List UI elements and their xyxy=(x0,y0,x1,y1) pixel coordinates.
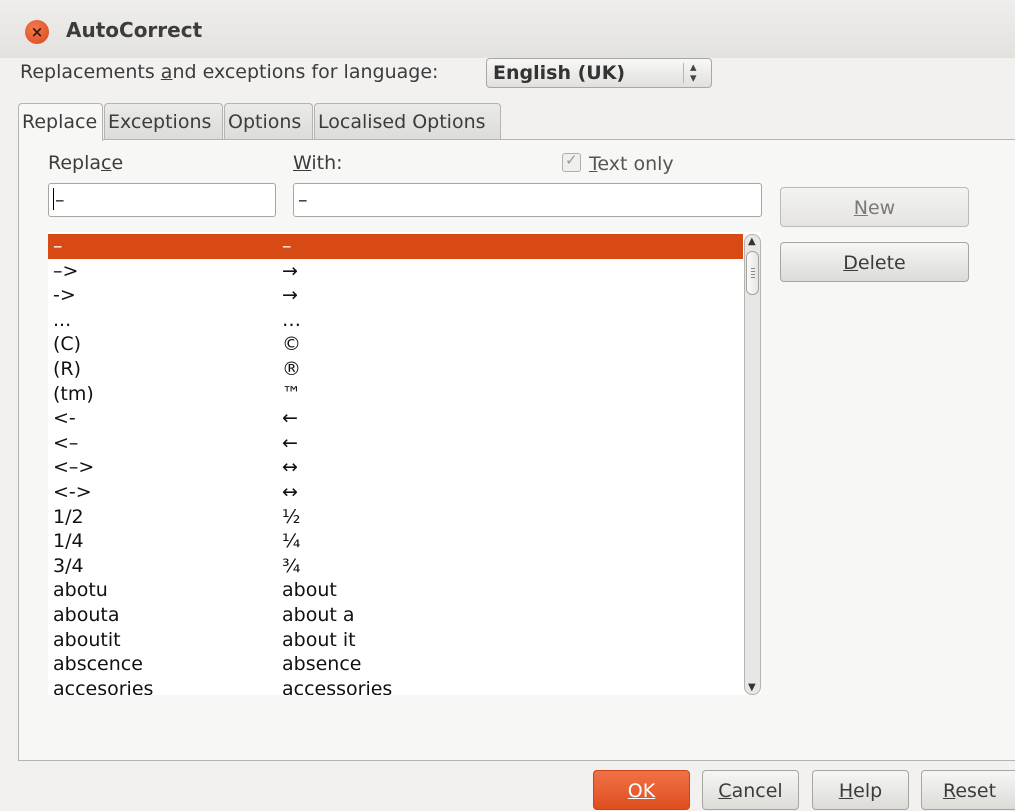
replace-cell: 1/2 xyxy=(53,505,84,528)
with-cell: ¾ xyxy=(282,554,301,577)
with-cell: ™ xyxy=(282,382,301,405)
with-header: With: xyxy=(293,152,343,174)
with-cell: ½ xyxy=(282,505,301,528)
replace-input-value: – xyxy=(55,189,65,211)
with-cell: – xyxy=(282,235,292,257)
checkbox-icon xyxy=(562,151,581,172)
language-label: Replacements and exceptions for language… xyxy=(20,61,439,83)
list-row[interactable]: <–> ↔ xyxy=(48,455,743,480)
with-cell: about a xyxy=(282,604,355,626)
with-cell: © xyxy=(282,333,301,356)
list-row[interactable]: 1/4 ¼ xyxy=(48,529,743,554)
with-cell: ¼ xyxy=(282,530,301,553)
list-row[interactable]: 1/2 ½ xyxy=(48,505,743,530)
replace-input[interactable]: – xyxy=(48,183,276,217)
replace-cell: – xyxy=(53,235,63,257)
replace-cell: ... xyxy=(53,308,72,331)
with-cell: ® xyxy=(282,358,301,380)
replacement-list[interactable]: – – –> → -> →...… (C) © (R) ® (tm) ™ <- ← <– ← <–> ↔ <-> ↔ 1… xyxy=(48,232,761,695)
cancel-button[interactable]: Cancel xyxy=(702,770,799,810)
list-row[interactable]: accesories accessories xyxy=(48,677,743,695)
list-row[interactable]: 3/4 ¾ xyxy=(48,554,743,579)
window-title: AutoCorrect xyxy=(66,18,203,42)
updown-arrows-icon: ▴ ▾ xyxy=(690,60,697,86)
replace-cell: abscence xyxy=(53,653,143,676)
list-row[interactable]: abotu about xyxy=(48,578,743,603)
language-select-value: English (UK) xyxy=(493,62,626,84)
list-row[interactable]: -> → xyxy=(48,283,743,308)
replace-cell: <–> xyxy=(53,456,95,479)
scroll-thumb[interactable] xyxy=(746,251,759,295)
title-bar: × AutoCorrect xyxy=(0,0,1015,58)
replace-cell: abotu xyxy=(53,579,108,602)
replace-cell: 3/4 xyxy=(53,554,84,577)
text-only-label: Text only xyxy=(589,153,674,175)
tab-exceptions[interactable]: Exceptions xyxy=(104,103,223,139)
list-row[interactable]: abscence absence xyxy=(48,652,743,677)
replace-cell: (C) xyxy=(53,333,82,356)
with-cell: ↔ xyxy=(282,481,298,503)
replace-cell: <– xyxy=(53,431,79,454)
grip-icon xyxy=(751,268,755,278)
list-row[interactable]: – – xyxy=(48,234,743,259)
replace-cell: <- xyxy=(53,407,76,430)
replace-cell: (R) xyxy=(53,358,82,380)
with-cell: … xyxy=(282,308,301,331)
replace-cell: 1/4 xyxy=(53,530,84,553)
scroll-up-icon[interactable]: ▲ xyxy=(748,236,756,247)
tab-localised-options[interactable]: Localised Options xyxy=(314,103,501,139)
replace-cell: -> xyxy=(53,284,76,307)
replace-cell: accesories xyxy=(53,677,154,695)
list-row[interactable]: aboutit about it xyxy=(48,628,743,653)
help-button[interactable]: Help xyxy=(812,770,909,810)
replace-cell: abouta xyxy=(53,604,120,626)
list-row[interactable]: <– ← xyxy=(48,431,743,456)
tab-options[interactable]: Options xyxy=(224,103,313,139)
reset-button[interactable]: Reset xyxy=(921,770,1015,810)
with-input[interactable]: – xyxy=(293,183,762,217)
list-row[interactable]: <-> ↔ xyxy=(48,480,743,505)
list-row[interactable]: (tm) ™ xyxy=(48,382,743,407)
replace-cell: aboutit xyxy=(53,628,121,651)
list-row[interactable]: ... … xyxy=(48,308,743,333)
list-row[interactable]: (C) © xyxy=(48,332,743,357)
close-icon[interactable]: × xyxy=(25,20,49,44)
replace-cell: <-> xyxy=(53,481,92,503)
text-only-checkbox[interactable]: Text only xyxy=(562,151,674,175)
list-row[interactable]: –> → xyxy=(48,259,743,284)
list-scrollbar[interactable]: ▲ ▼ xyxy=(744,234,761,695)
with-cell: ← xyxy=(282,431,298,454)
delete-button[interactable]: Delete xyxy=(780,242,969,282)
with-cell: → xyxy=(282,259,298,282)
with-input-value: – xyxy=(298,189,308,211)
replace-cell: –> xyxy=(53,259,79,282)
with-cell: ↔ xyxy=(282,456,298,479)
replace-header: Replace xyxy=(48,152,124,174)
with-cell: → xyxy=(282,284,298,307)
tab-replace[interactable]: Replace xyxy=(18,103,103,141)
ok-button[interactable]: OK xyxy=(593,770,690,810)
scroll-down-icon[interactable]: ▼ xyxy=(748,682,756,693)
with-cell: about xyxy=(282,579,337,602)
with-cell: absence xyxy=(282,653,362,676)
with-cell: about it xyxy=(282,628,356,651)
list-row[interactable]: abouta about a xyxy=(48,603,743,628)
select-divider xyxy=(683,63,684,83)
text-cursor xyxy=(53,188,54,210)
list-row[interactable]: (R) ® xyxy=(48,357,743,382)
with-cell: accessories xyxy=(282,677,393,695)
language-select[interactable]: English (UK) ▴ ▾ xyxy=(486,58,712,88)
with-cell: ← xyxy=(282,407,298,430)
new-button[interactable]: New xyxy=(780,187,969,227)
list-row[interactable]: <- ← xyxy=(48,406,743,431)
replace-cell: (tm) xyxy=(53,382,94,405)
